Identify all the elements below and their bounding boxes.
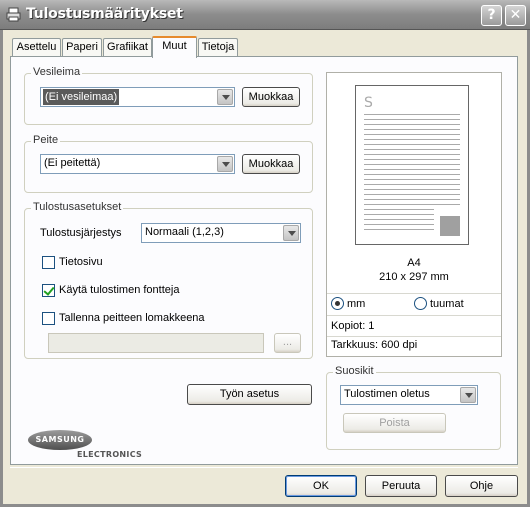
print-order-select[interactable]: Normaali (1,2,3) bbox=[141, 223, 301, 243]
chevron-down-icon[interactable] bbox=[217, 89, 233, 105]
favorites-group-label: Suosikit bbox=[333, 365, 376, 377]
unit-mm-radio[interactable] bbox=[331, 297, 344, 310]
unit-inch-label[interactable]: tuumat bbox=[430, 298, 464, 310]
watermark-select[interactable]: (Ei vesileimaa) bbox=[40, 87, 235, 107]
help-icon[interactable]: ? bbox=[481, 5, 502, 26]
delete-favorite-button: Poista bbox=[343, 413, 446, 433]
copies-readout: Kopiot: 1 bbox=[331, 320, 375, 332]
unit-mm-label[interactable]: mm bbox=[347, 298, 365, 310]
overlay-select[interactable]: (Ei peitettä) bbox=[40, 154, 235, 174]
unit-inch-radio[interactable] bbox=[414, 297, 427, 310]
job-options-button[interactable]: Työn asetus bbox=[187, 384, 312, 405]
overlay-path-field bbox=[48, 333, 264, 353]
print-order-label: Tulostusjärjestys bbox=[40, 227, 122, 239]
watermark-edit-button[interactable]: Muokkaa bbox=[242, 87, 300, 107]
close-icon[interactable]: ✕ bbox=[505, 5, 526, 26]
chevron-down-icon[interactable] bbox=[283, 225, 299, 241]
favorites-group bbox=[326, 372, 501, 450]
chevron-down-icon[interactable] bbox=[217, 156, 233, 172]
page-preview-image bbox=[440, 216, 460, 236]
ok-button[interactable]: OK bbox=[285, 475, 357, 497]
output-options-group-label: Tulostusasetukset bbox=[31, 201, 124, 213]
divider bbox=[327, 315, 501, 316]
samsung-logo-subtitle: ELECTRONICS bbox=[77, 450, 143, 459]
window-title: Tulostusmääritykset bbox=[26, 6, 183, 22]
divider bbox=[327, 336, 501, 337]
tab-paperi[interactable]: Paperi bbox=[62, 38, 102, 57]
samsung-logo: SAMSUNG bbox=[28, 430, 92, 450]
watermark-group-label: Vesileima bbox=[31, 66, 83, 78]
printer-icon bbox=[6, 7, 21, 22]
save-overlay-label[interactable]: Tallenna peitteen lomakkeena bbox=[59, 312, 205, 324]
divider bbox=[10, 467, 518, 468]
watermark-select-value: (Ei vesileimaa) bbox=[41, 88, 121, 106]
print-order-value: Normaali (1,2,3) bbox=[145, 226, 224, 238]
info-page-checkbox[interactable] bbox=[42, 256, 55, 269]
tab-grafiikat[interactable]: Grafiikat bbox=[103, 38, 152, 57]
tab-tietoja[interactable]: Tietoja bbox=[198, 38, 238, 57]
browse-button: ... bbox=[274, 333, 301, 353]
resolution-readout: Tarkkuus: 600 dpi bbox=[331, 339, 418, 351]
help-button[interactable]: Ohje bbox=[445, 475, 518, 497]
tab-muut[interactable]: Muut bbox=[152, 36, 197, 58]
save-overlay-checkbox[interactable] bbox=[42, 312, 55, 325]
paper-dimensions: 210 x 297 mm bbox=[379, 271, 449, 283]
divider bbox=[327, 293, 501, 294]
paper-size: A4 bbox=[407, 257, 421, 269]
tab-asettelu[interactable]: Asettelu bbox=[12, 38, 61, 57]
use-printer-fonts-label[interactable]: Käytä tulostimen fontteja bbox=[59, 284, 179, 296]
cancel-button[interactable]: Peruuta bbox=[365, 475, 437, 497]
page-preview: S bbox=[355, 85, 469, 245]
overlay-edit-button[interactable]: Muokkaa bbox=[242, 154, 300, 174]
overlay-select-value: (Ei peitettä) bbox=[44, 157, 101, 169]
use-printer-fonts-checkbox[interactable] bbox=[42, 284, 55, 297]
favorites-select-value: Tulostimen oletus bbox=[344, 388, 430, 400]
page-preview-logo: S bbox=[364, 95, 373, 111]
info-page-label[interactable]: Tietosivu bbox=[59, 256, 103, 268]
chevron-down-icon[interactable] bbox=[460, 387, 476, 403]
favorites-select[interactable]: Tulostimen oletus bbox=[340, 385, 478, 405]
overlay-group-label: Peite bbox=[31, 134, 61, 146]
